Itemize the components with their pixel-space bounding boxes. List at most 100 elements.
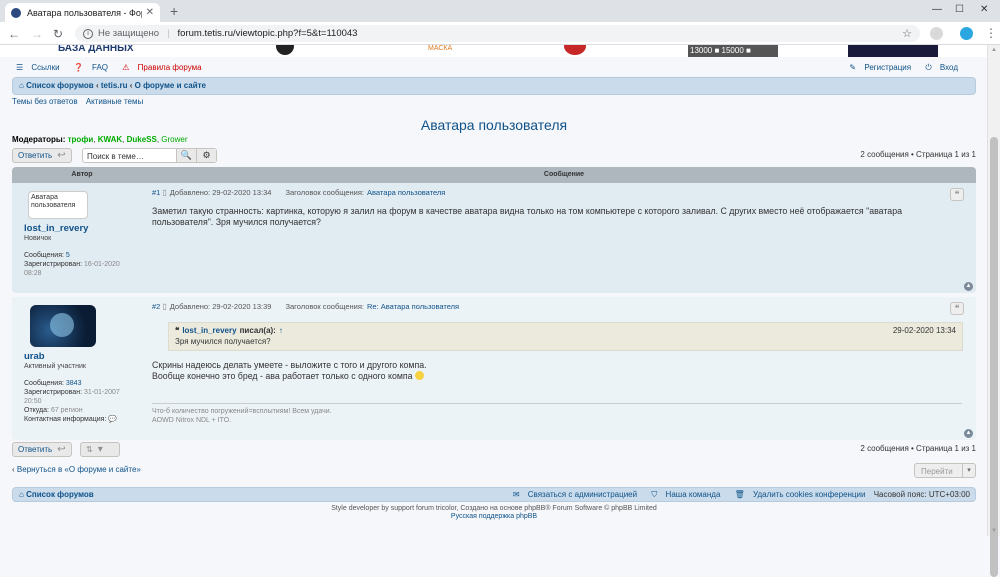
jump-to-select[interactable]: Перейти ▾ [914, 463, 976, 478]
browser-tab[interactable]: Аватара пользователя - Форум ✕ [5, 3, 160, 22]
close-tab-icon[interactable]: ✕ [146, 7, 154, 18]
post-subject-link[interactable]: Аватара пользователя [367, 188, 445, 197]
menu-icon: ☰ [16, 63, 24, 72]
quote-block: ❝ lost_in_revery писал(а): ↑ 29-02-2020 … [168, 322, 963, 351]
post-subject-link[interactable]: Re: Аватара пользователя [367, 302, 459, 311]
register-link[interactable]: ✎ Регистрация [849, 63, 917, 72]
russian-support-link[interactable]: Русская поддержка phpBB [451, 513, 537, 520]
home-icon: ⌂ [19, 81, 24, 90]
post-permalink[interactable]: #2 [152, 302, 160, 311]
new-tab-button[interactable]: + [170, 3, 178, 19]
moderator-link[interactable]: DukeSS [127, 135, 157, 144]
browser-menu-icon[interactable]: ⋮ [985, 26, 997, 40]
reload-icon[interactable]: ↻ [53, 27, 63, 41]
return-link[interactable]: ‹ Вернуться в «О форуме и сайте» [12, 465, 141, 474]
contact-admin-link[interactable]: ✉ Связаться с администрацией [507, 490, 637, 499]
profile-avatar-icon[interactable] [960, 27, 973, 40]
reply-button[interactable]: Ответить ↩ [12, 442, 72, 457]
banner-ad[interactable]: 13000 ■ 15000 ■ [688, 45, 778, 57]
moderators-line: Модераторы: трофи, KWAK, DukeSS, Grower [12, 135, 188, 144]
search-input[interactable]: Поиск в теме… [83, 149, 176, 162]
quote-author-link[interactable]: lost_in_revery [182, 326, 236, 335]
contact-icon[interactable]: 💬 [108, 416, 117, 423]
login-link[interactable]: ⏻ Вход [925, 63, 964, 72]
forward-icon[interactable]: → [31, 27, 43, 41]
warning-icon: ⚠ [122, 63, 130, 72]
extension-shield-icon[interactable] [930, 27, 943, 40]
back-to-top-icon[interactable]: ▲ [964, 282, 973, 291]
sort-options-button[interactable]: ⇅ ▾ [80, 442, 120, 457]
author-column-header: Автор [71, 171, 93, 178]
post-content: Заметил такую странность: картинка, кото… [152, 206, 902, 227]
breadcrumb-subforum[interactable]: О форуме и сайте [135, 81, 206, 90]
breadcrumb-forum[interactable]: tetis.ru [101, 81, 128, 90]
page-scrollbar[interactable]: ▲ ▼ [987, 45, 1000, 577]
address-separator: | [167, 28, 170, 39]
document-icon: ▯ [162, 302, 167, 311]
url-text: forum.tetis.ru/viewtopic.php?f=5&t=11004… [177, 28, 358, 39]
topic-title[interactable]: Аватара пользователя [12, 117, 976, 133]
moderator-link[interactable]: KWAK [98, 135, 122, 144]
smiley-icon [415, 371, 425, 380]
quote-source-arrow-icon[interactable]: ↑ [279, 326, 283, 335]
scrollbar-thumb[interactable] [990, 137, 998, 577]
scroll-up-icon[interactable]: ▲ [991, 47, 997, 53]
scroll-down-icon[interactable]: ▼ [991, 528, 997, 534]
banner-image [276, 45, 294, 55]
banner-ad[interactable] [848, 45, 938, 57]
posts-count-link[interactable]: 5 [66, 252, 70, 259]
chevron-down-icon: ▾ [962, 464, 975, 477]
post-header: #2 ▯ Добавлено: 29-02-2020 13:39 Заголов… [152, 302, 460, 311]
signature: Что-б количество погружений=всплытиям! В… [152, 403, 962, 425]
breadcrumb-home[interactable]: ⌂ Список форумов [19, 81, 94, 90]
tab-title: Аватара пользователя - Форум [27, 7, 142, 18]
footer-home-link[interactable]: ⌂ Список форумов [19, 490, 94, 499]
close-window-icon[interactable]: ✕ [980, 4, 988, 15]
back-to-top-icon[interactable]: ▲ [964, 429, 973, 438]
posts-count-link[interactable]: 3843 [66, 380, 82, 387]
delete-cookies-link[interactable]: 🗑 Удалить cookies конференции [729, 490, 866, 499]
search-icon[interactable]: 🔍 [176, 149, 196, 162]
user-rank: Новичок [24, 235, 52, 242]
post-permalink[interactable]: #1 [152, 188, 160, 197]
copyright: Style developer by support forum tricolo… [331, 505, 657, 520]
moderator-link[interactable]: Grower [161, 135, 187, 144]
shield-icon: ⛉ [651, 490, 658, 499]
envelope-icon: ✉ [512, 490, 520, 499]
rules-link[interactable]: ⚠ Правила форума [122, 63, 207, 72]
maximize-icon[interactable]: ☐ [955, 4, 964, 15]
address-bar[interactable]: i Не защищено | forum.tetis.ru/viewtopic… [75, 25, 920, 42]
back-icon[interactable]: ← [8, 27, 20, 41]
avatar[interactable]: Аватара пользователя [28, 191, 88, 219]
quote-text: Зря мучился получается? [175, 337, 271, 346]
quick-links: Темы без ответов Активные темы [12, 97, 149, 106]
reply-button[interactable]: Ответить ↩ [12, 148, 72, 163]
username-link[interactable]: urab [24, 351, 130, 362]
gear-icon[interactable]: ⚙ [196, 149, 216, 162]
browser-toolbar: ← → ↻ i Не защищено | forum.tetis.ru/vie… [0, 22, 1000, 45]
bookmark-star-icon[interactable]: ☆ [902, 27, 912, 40]
faq-link[interactable]: ❓ FAQ [74, 63, 114, 72]
quote-button[interactable]: ❝ [950, 188, 964, 201]
edit-icon: ✎ [849, 63, 857, 72]
sort-icon: ⇅ [86, 445, 93, 454]
moderator-link[interactable]: трофи [68, 135, 94, 144]
team-link[interactable]: ⛉ Наша команда [645, 490, 720, 499]
author-stats: Сообщения: 3843 Зарегистрирован: 31-01-2… [24, 380, 120, 423]
top-links-bar: ☰ Ссылки ❓ FAQ ⚠ Правила форума ✎ Регист… [16, 63, 976, 75]
username-link[interactable]: lost_in_revery [24, 223, 130, 234]
active-topics-link[interactable]: Активные темы [86, 97, 143, 106]
info-icon[interactable]: i [83, 28, 93, 39]
avatar[interactable] [30, 305, 96, 347]
banner-text-mask: МАСКА [428, 45, 453, 52]
post: Аватара пользователя lost_in_revery Нови… [12, 183, 976, 293]
post-body: #1 ▯ Добавлено: 29-02-2020 13:34 Заголов… [152, 183, 976, 293]
links-menu[interactable]: ☰ Ссылки [16, 63, 66, 72]
author-stats: Сообщения: 5 Зарегистрирован: 16-01-2020… [24, 252, 120, 277]
banner-image [564, 45, 586, 55]
post: urab Активный участник Сообщения: 3843 З… [12, 297, 976, 440]
post-content: Скрины надеюсь делать умеете - выложите … [152, 360, 427, 381]
unanswered-topics-link[interactable]: Темы без ответов [12, 97, 78, 106]
minimize-icon[interactable]: — [932, 4, 942, 15]
quote-button[interactable]: ❝ [950, 302, 964, 315]
